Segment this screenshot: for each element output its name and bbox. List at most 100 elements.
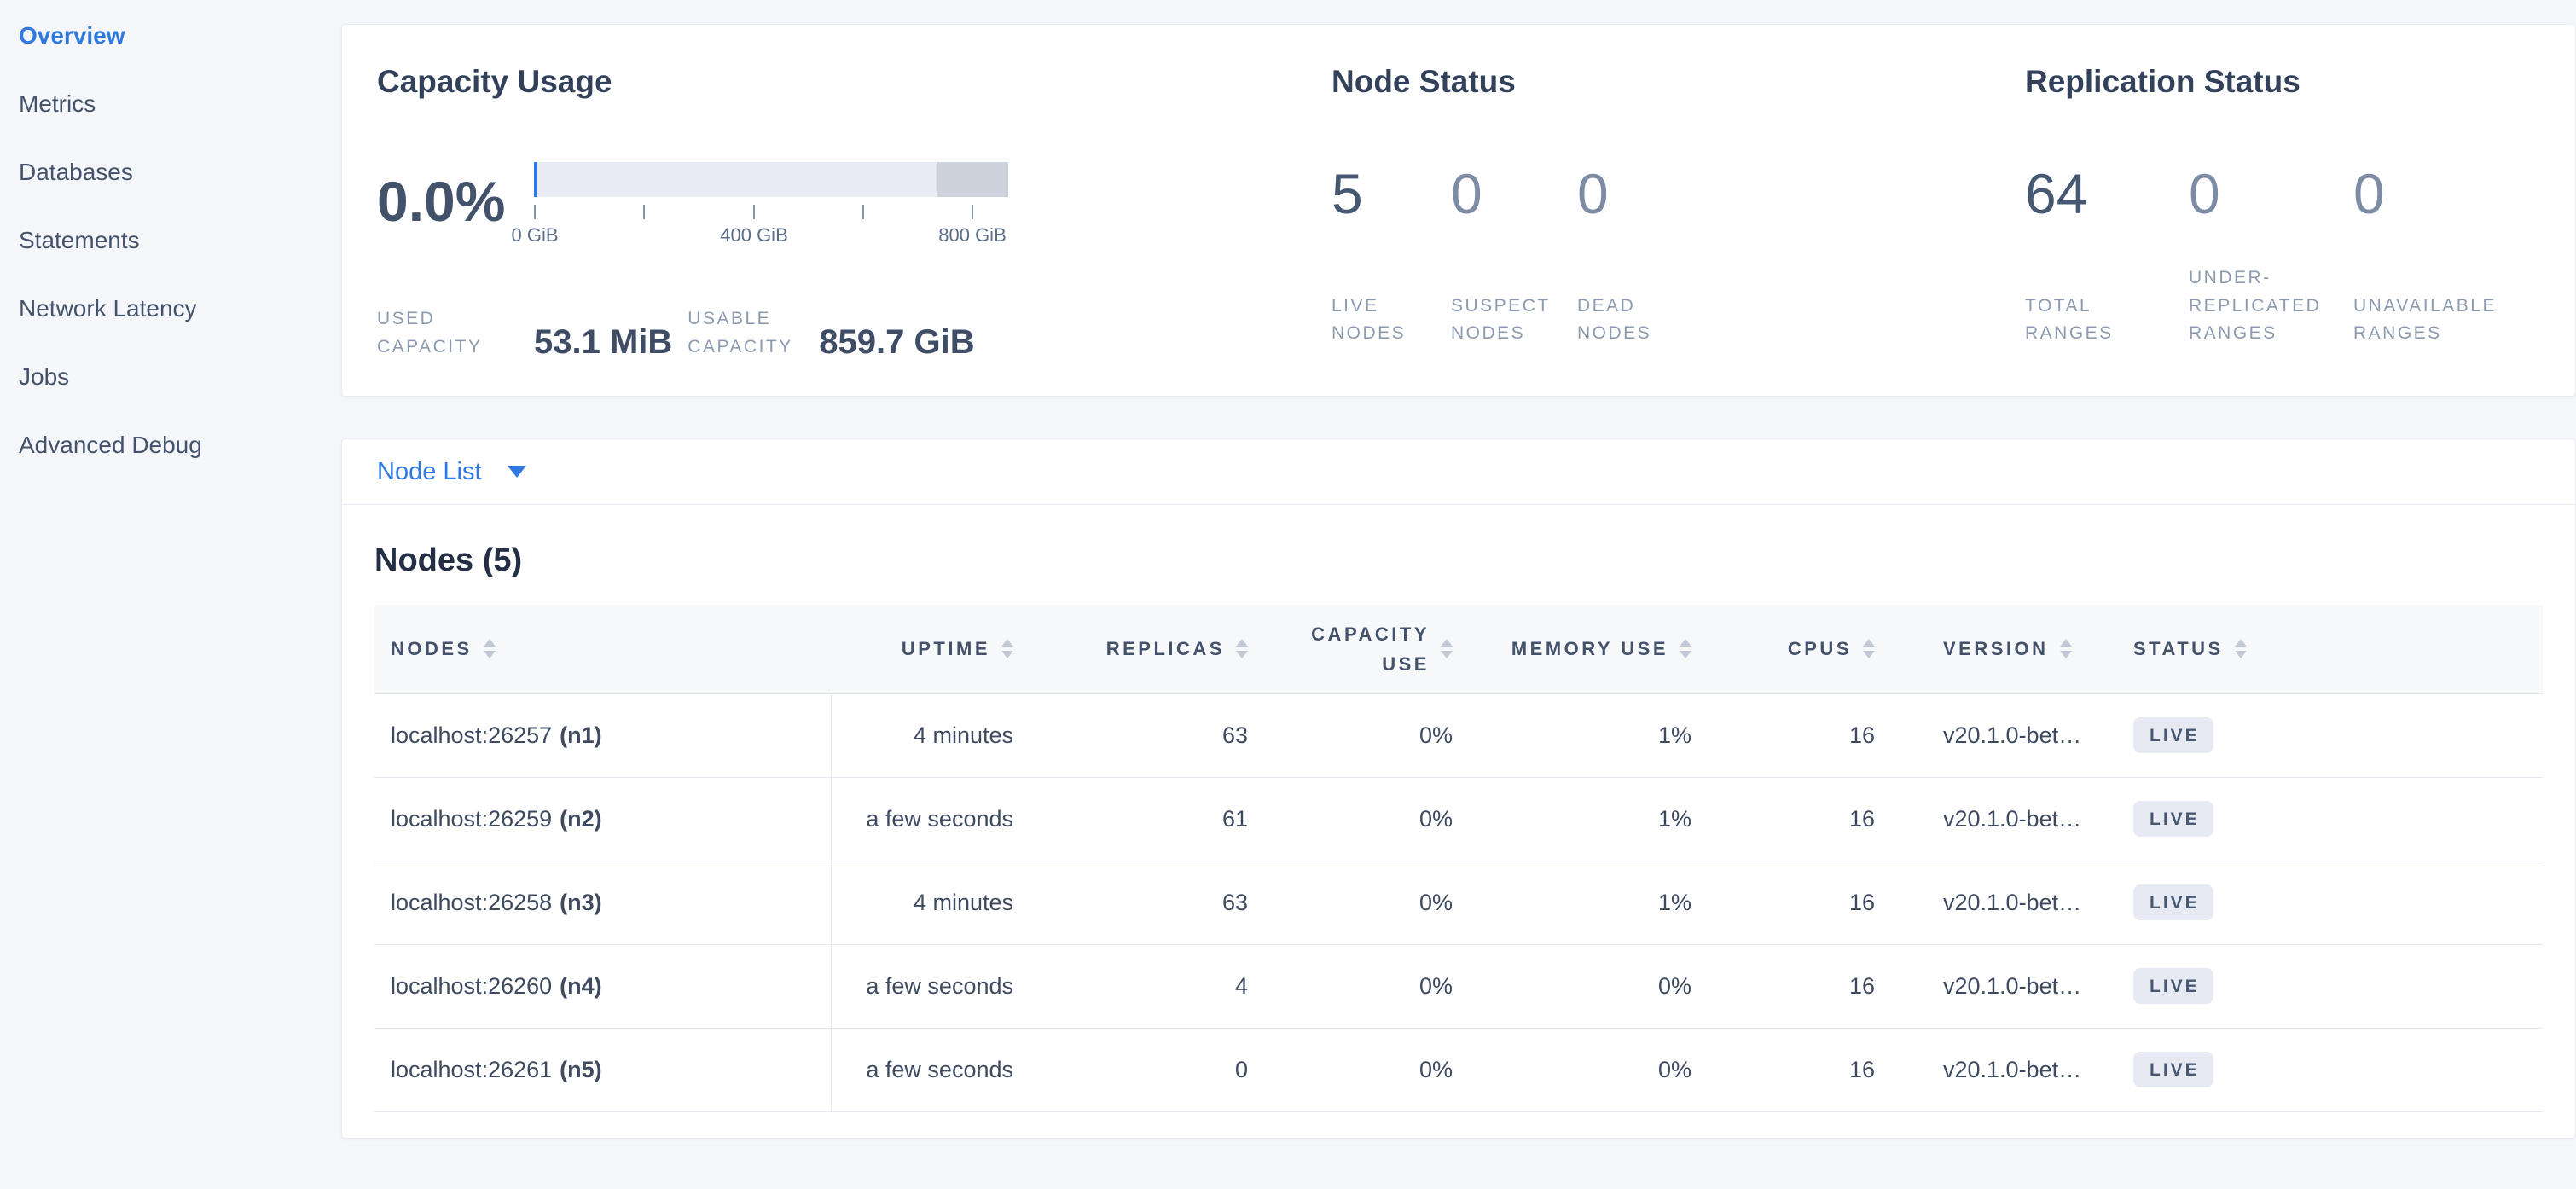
capacity-use-cell: 0% [1272,944,1477,1028]
dead-nodes-value: 0 [1577,165,1748,223]
sidebar-item-metrics[interactable]: Metrics [19,70,341,138]
uptime-cell: a few seconds [831,944,1037,1028]
sidebar-item-jobs[interactable]: Jobs [19,343,341,411]
column-header-uptime[interactable]: UPTIME [831,605,1037,693]
column-header-replicas[interactable]: REPLICAS [1037,605,1272,693]
cpus-cell: 16 [1715,944,1899,1028]
column-label: CAPACITY USE [1308,619,1430,679]
status-badge: LIVE [2133,884,2213,920]
dead-nodes-stat: 0 DEAD NODES [1577,165,1748,348]
node-id: (n1) [560,722,602,748]
cpus-cell: 16 [1715,777,1899,861]
app-root: Overview Metrics Databases Statements Ne… [0,0,2576,1189]
uptime-cell: 4 minutes [831,693,1037,777]
node-row[interactable]: localhost:26259(n2) a few seconds 61 0% … [374,777,2543,861]
node-status-title: Node Status [1332,63,2025,101]
under-replicated-ranges-label: UNDER-REPLICATED RANGES [2189,264,2349,348]
cpus-cell: 16 [1715,1028,1899,1111]
node-list-toolbar: Node List [342,439,2575,505]
node-address-cell: localhost:26260 (n4) [374,944,831,1028]
nodes-count-title: Nodes (5) [374,542,2543,579]
version-cell: v20.1.0-bet… [1899,693,2116,777]
column-header-capacity-use[interactable]: CAPACITY USE [1272,605,1477,693]
usable-capacity-value: 859.7 GiB [819,323,974,361]
column-header-cpus[interactable]: CPUS [1715,605,1899,693]
capacity-bar: 0 GiB 400 GiB 800 GiB [534,162,1008,241]
suspect-nodes-stat: 0 SUSPECT NODES [1451,165,1577,348]
capacity-use-cell: 0% [1272,777,1477,861]
sidebar-item-overview[interactable]: Overview [19,2,341,70]
under-replicated-ranges-stat: 0 UNDER-REPLICATED RANGES [2189,165,2353,348]
node-address-cell: localhost:26257 (n1) [374,693,831,777]
column-header-version[interactable]: VERSION [1899,605,2116,693]
status-cell: LIVE [2116,693,2543,777]
dead-nodes-label: DEAD NODES [1577,293,1692,348]
column-label: VERSION [1943,634,2049,664]
status-badge: LIVE [2133,717,2213,753]
column-label: STATUS [2133,634,2224,664]
sidebar-item-network-latency[interactable]: Network Latency [19,275,341,343]
column-header-status[interactable]: STATUS [2116,605,2543,693]
axis-tick-label: 800 GiB [938,224,1007,246]
node-address: localhost:26257 [391,722,552,748]
cpus-cell: 16 [1715,861,1899,944]
uptime-cell: 4 minutes [831,861,1037,944]
total-ranges-label: TOTAL RANGES [2025,293,2185,348]
column-label: MEMORY USE [1511,634,1668,664]
live-nodes-stat: 5 LIVE NODES [1332,165,1451,348]
column-label: NODES [391,634,473,664]
sort-icon [484,639,496,658]
sort-icon [1863,639,1875,658]
under-replicated-ranges-value: 0 [2189,165,2353,223]
table-header-row: NODES UPTIME REPLICAS CAPACITY USE [374,605,2543,693]
sort-icon [1236,639,1248,658]
nodes-table-body: localhost:26257 (n1) 4 minutes 63 0% 1% 1… [374,693,2543,1111]
node-row[interactable]: localhost:26258(n3) 4 minutes 63 0% 1% 1… [374,861,2543,944]
column-label: UPTIME [902,634,990,664]
capacity-bar-used-segment [534,162,537,197]
node-address-cell: localhost:26258(n3) [374,861,831,944]
status-cell: LIVE [2116,944,2543,1028]
cpus-cell: 16 [1715,693,1899,777]
live-nodes-label: LIVE NODES [1332,293,1447,348]
sidebar: Overview Metrics Databases Statements Ne… [0,0,341,1189]
status-cell: LIVE [2116,1028,2543,1111]
sort-icon [1441,639,1453,658]
node-address: localhost:26260 [391,973,552,999]
replicas-cell: 0 [1037,1028,1272,1111]
replication-status-title: Replication Status [2025,63,2541,101]
total-ranges-value: 64 [2025,165,2189,223]
cluster-summary-card: Capacity Usage 0.0% [341,24,2576,397]
capacity-usage-title: Capacity Usage [377,63,1332,101]
replicas-cell: 61 [1037,777,1272,861]
node-list-dropdown-label: Node List [377,458,482,486]
sidebar-item-statements[interactable]: Statements [19,206,341,275]
node-row[interactable]: localhost:26260(n4) a few seconds 4 0% 0… [374,944,2543,1028]
capacity-use-cell: 0% [1272,861,1477,944]
uptime-cell: a few seconds [831,1028,1037,1111]
unavailable-ranges-label: UNAVAILABLE RANGES [2353,293,2514,348]
memory-use-cell: 1% [1477,777,1715,861]
node-id: (n5) [560,1057,602,1082]
column-header-nodes[interactable]: NODES [374,605,831,693]
memory-use-cell: 1% [1477,861,1715,944]
node-row[interactable]: localhost:26257(n1) 4 minutes 63 0% 1% 1… [374,693,2543,777]
node-row[interactable]: localhost:26261(n5) a few seconds 0 0% 0… [374,1028,2543,1111]
sidebar-item-databases[interactable]: Databases [19,138,341,206]
replicas-cell: 4 [1037,944,1272,1028]
version-cell: v20.1.0-bet… [1899,861,2116,944]
node-address-cell: localhost:26261(n5) [374,1028,831,1111]
sidebar-item-advanced-debug[interactable]: Advanced Debug [19,411,341,479]
node-address-cell: localhost:26259(n2) [374,777,831,861]
main-content: Capacity Usage 0.0% [341,0,2576,1189]
column-header-memory-use[interactable]: MEMORY USE [1477,605,1715,693]
node-id: (n4) [560,973,602,999]
replicas-cell: 63 [1037,693,1272,777]
node-list-dropdown[interactable]: Node List [377,458,526,486]
live-nodes-value: 5 [1332,165,1451,223]
used-capacity-value: 53.1 MiB [534,323,672,361]
version-cell: v20.1.0-bet… [1899,777,2116,861]
uptime-cell: a few seconds [831,777,1037,861]
chevron-down-icon [508,466,526,478]
unavailable-ranges-stat: 0 UNAVAILABLE RANGES [2353,165,2541,348]
